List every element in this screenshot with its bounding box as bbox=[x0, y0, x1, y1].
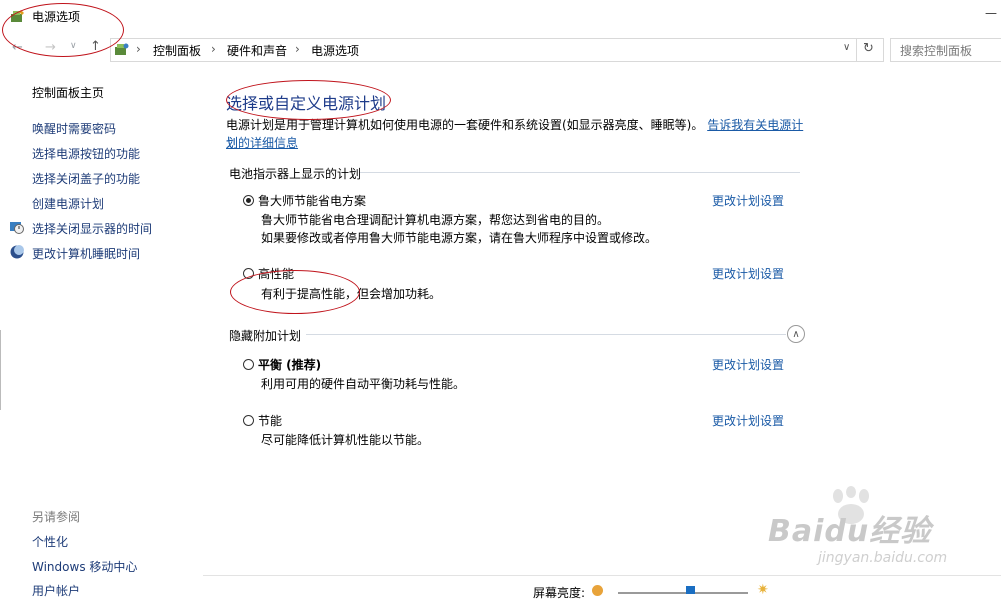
intro-description: 电源计划是用于管理计算机如何使用电源的一套硬件和系统设置(如显示器亮度、睡眠等)… bbox=[226, 118, 704, 132]
dim-sun-icon bbox=[592, 585, 603, 596]
breadcrumb-hardware-sound[interactable]: 硬件和声音 bbox=[227, 42, 287, 59]
search-input[interactable]: 搜索控制面板 bbox=[890, 38, 1001, 62]
sidebar-item-power-button[interactable]: 选择电源按钮的功能 bbox=[32, 145, 140, 162]
monitor-clock-icon bbox=[10, 222, 24, 234]
intro-help-link-continued[interactable]: 划的详细信息 bbox=[226, 134, 298, 151]
plan-radio-power-saver[interactable] bbox=[243, 415, 254, 426]
sidebar-item-wake-password[interactable]: 唤醒时需要密码 bbox=[32, 120, 116, 137]
refresh-icon[interactable]: ↻ bbox=[863, 41, 874, 56]
annotation-ellipse-high-performance bbox=[230, 270, 360, 314]
change-plan-settings-balanced[interactable]: 更改计划设置 bbox=[712, 356, 784, 373]
see-also-personalization[interactable]: 个性化 bbox=[32, 533, 68, 550]
breadcrumb-power-options[interactable]: 电源选项 bbox=[311, 42, 359, 59]
plan-desc-balanced: 利用可用的硬件自动平衡功耗与性能。 bbox=[261, 377, 466, 391]
plan-name-ludashi: 鲁大师节能省电方案 bbox=[258, 194, 367, 208]
breadcrumb-separator: › bbox=[211, 42, 216, 56]
breadcrumb-control-panel[interactable]: 控制面板 bbox=[153, 42, 201, 59]
brightness-label: 屏幕亮度: bbox=[533, 586, 586, 600]
intro-text: 电源计划是用于管理计算机如何使用电源的一套硬件和系统设置(如显示器亮度、睡眠等)… bbox=[226, 116, 806, 152]
control-panel-icon bbox=[115, 43, 129, 55]
change-plan-settings-ludashi[interactable]: 更改计划设置 bbox=[712, 192, 784, 209]
footer-divider bbox=[203, 575, 1001, 576]
address-dropdown-chevron-icon[interactable]: ∨ bbox=[843, 42, 850, 53]
search-placeholder: 搜索控制面板 bbox=[900, 44, 973, 58]
sidebar-item-lid-close[interactable]: 选择关闭盖子的功能 bbox=[32, 170, 140, 187]
plan-name-balanced: 平衡 (推荐) bbox=[258, 358, 322, 372]
sidebar-item-display-off[interactable]: 选择关闭显示器的时间 bbox=[32, 220, 152, 237]
watermark-url: jingyan.baidu.com bbox=[818, 550, 948, 566]
title-bar: 电源选项 — bbox=[0, 0, 1001, 32]
annotation-ellipse-heading bbox=[226, 80, 391, 120]
sidebar-item-create-plan[interactable]: 创建电源计划 bbox=[32, 195, 104, 212]
sidebar-item-sleep-time[interactable]: 更改计算机睡眠时间 bbox=[32, 245, 140, 262]
sleep-moon-icon bbox=[10, 245, 24, 259]
see-also-title: 另请参阅 bbox=[32, 510, 81, 524]
plan-desc-ludashi-1: 鲁大师节能省电合理调配计算机电源方案，帮您达到省电的目的。 bbox=[261, 213, 610, 227]
address-bar[interactable]: › 控制面板 › 硬件和声音 › 电源选项 ∨ ↻ bbox=[110, 38, 884, 62]
watermark-brand: Baidu经验 bbox=[768, 514, 932, 549]
change-plan-settings-high-performance[interactable]: 更改计划设置 bbox=[712, 265, 784, 282]
plan-desc-power-saver: 尽可能降低计算机性能以节能。 bbox=[261, 433, 430, 447]
plan-name-power-saver: 节能 bbox=[258, 414, 283, 428]
sidebar-home-link[interactable]: 控制面板主页 bbox=[32, 84, 104, 101]
bright-sun-icon: ✷ bbox=[757, 582, 769, 598]
section-divider bbox=[306, 334, 786, 335]
battery-section-title: 电池指示器上显示的计划 bbox=[229, 167, 362, 181]
section-divider bbox=[360, 172, 800, 173]
plan-radio-ludashi[interactable] bbox=[243, 195, 254, 206]
address-divider bbox=[856, 39, 857, 61]
collapse-chevron-up-icon[interactable]: ∧ bbox=[787, 325, 805, 343]
breadcrumb-separator: › bbox=[295, 42, 300, 56]
see-also-mobility-center[interactable]: Windows 移动中心 bbox=[32, 558, 137, 575]
minimize-button[interactable]: — bbox=[985, 6, 997, 20]
breadcrumb-separator: › bbox=[136, 42, 141, 56]
window-edge bbox=[0, 330, 4, 410]
hidden-section-title: 隐藏附加计划 bbox=[229, 329, 302, 343]
annotation-ellipse-title bbox=[2, 3, 124, 57]
change-plan-settings-power-saver[interactable]: 更改计划设置 bbox=[712, 412, 784, 429]
plan-radio-balanced[interactable] bbox=[243, 359, 254, 370]
brightness-slider-thumb[interactable] bbox=[685, 586, 695, 594]
see-also-user-accounts[interactable]: 用户帐户 bbox=[32, 582, 80, 599]
plan-desc-ludashi-2: 如果要修改或者停用鲁大师节能电源方案，请在鲁大师程序中设置或修改。 bbox=[261, 231, 658, 245]
